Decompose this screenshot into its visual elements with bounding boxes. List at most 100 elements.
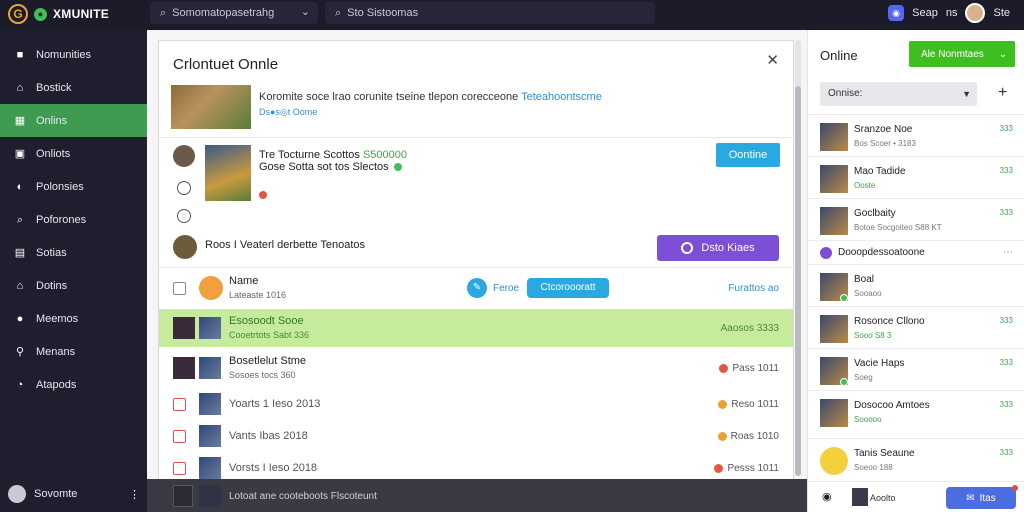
feature-link[interactable]: Teteahoontscme — [521, 91, 602, 103]
search-input[interactable]: ⌕ Somomatopasetrahg ⌄ — [150, 2, 318, 24]
sidebar-item-menans[interactable]: ⚲ Menans — [0, 335, 147, 368]
avatar — [820, 399, 848, 427]
row-right-text: Aaosos 3333 — [720, 323, 779, 334]
avatar — [820, 207, 848, 235]
friend-name: Vacie Haps — [854, 358, 905, 369]
feature-sub[interactable]: Ds●s◎t Oome — [259, 107, 317, 118]
sidebar-item-sotias[interactable]: ▤ Sotias — [0, 236, 147, 269]
discord-sub: ns — [945, 7, 958, 19]
sidebar-item-poforones[interactable]: ⌕ Poforones — [0, 203, 147, 236]
brand[interactable]: G ● XMUNITE — [8, 4, 109, 24]
sidebar-item-dotins[interactable]: ⌂ Dotins — [0, 269, 147, 302]
sidebar-item-label: Onliots — [36, 147, 71, 160]
sidebar-item-label: Dotins — [36, 279, 68, 292]
row-right-text: Roas 1010 — [730, 431, 779, 442]
more-options-icon[interactable]: ⋮ — [129, 488, 140, 501]
table-row[interactable]: Vorsts I Ieso 2018 Pesss 1011 — [159, 449, 793, 479]
user-label[interactable]: Ste — [993, 7, 1010, 19]
status-dot-icon: ● — [34, 7, 47, 21]
status-select[interactable]: Onnise: ▼ — [820, 82, 977, 106]
friend-item[interactable]: Rosonce Cllono Sooo S8 3 333 — [808, 306, 1024, 348]
close-icon[interactable]: ✕ — [766, 51, 779, 69]
discord-icon[interactable]: ◉ — [888, 5, 905, 21]
radio-option[interactable] — [177, 181, 191, 195]
feature-text: Koromite soce lrao corunite tseine tlepo… — [259, 91, 519, 103]
sidebar-item-onlins[interactable]: ▦ Onlins — [0, 104, 153, 137]
purple-action-button[interactable]: Dsto Kiaes — [657, 235, 779, 261]
sidebar-item-polonsies[interactable]: ◐ Polonsies — [0, 170, 147, 203]
row-checkbox[interactable] — [173, 462, 186, 475]
row-checkbox[interactable] — [173, 430, 186, 443]
more-options-icon[interactable]: ⋯ — [1003, 247, 1013, 258]
add-friends-button[interactable]: Ale Nonmtaes ⌄ — [909, 41, 1015, 67]
chevron-down-icon[interactable]: ⌄ — [301, 5, 310, 18]
continue-button[interactable]: Oontine — [716, 143, 780, 167]
invite-card: Tre Tocturne Scottos S500000 Gose Sotta … — [171, 141, 781, 269]
sidebar-item-nomunities[interactable]: ■ Nomunities — [0, 38, 147, 71]
friend-count: 333 — [999, 400, 1013, 409]
sidebar-item-atapods[interactable]: ◔ Atapods — [0, 368, 147, 401]
friend-status: Soeg — [854, 373, 873, 382]
table-row[interactable]: Bosetlelut Stme Sosoes tocs 360 Pass 101… — [159, 349, 793, 387]
search-placeholder: Somomatopasetrahg — [172, 7, 275, 19]
notification-dot-icon — [1012, 485, 1018, 491]
status-select-value: Onnise: — [828, 88, 863, 99]
square-icon: ■ — [16, 48, 24, 61]
footer-label: Aoolto — [870, 493, 896, 503]
alert-dot-icon — [259, 191, 267, 199]
avatar — [820, 123, 848, 151]
row-checkbox[interactable] — [173, 282, 186, 295]
controller-icon[interactable]: ◉ — [822, 490, 836, 504]
friend-name: Dosocoo Amtoes — [854, 400, 930, 411]
friend-status: Soeoo 188 — [854, 463, 893, 472]
user-avatar[interactable] — [965, 3, 986, 23]
search2-placeholder: Sto Sistoomas — [347, 7, 419, 19]
edit-label[interactable]: Feroe — [493, 283, 519, 294]
search-icon: ⌕ — [16, 213, 24, 226]
sidebar-item-meemos[interactable]: ● Meemos — [0, 302, 147, 335]
secondary-search-input[interactable]: ⌕ Sto Sistoomas — [325, 2, 655, 24]
add-friends-label: Ale Nonmtaes — [921, 48, 984, 60]
dialog: Crlontuet Onnle ✕ Koromite soce lrao cor… — [158, 40, 794, 480]
sidebar-user[interactable]: Sovomte ⋮ — [8, 484, 140, 504]
friend-item[interactable]: Sranzoe Noe Bos Scoer • 3183 333 — [808, 114, 1024, 156]
game-icon — [173, 317, 195, 339]
row-right-text[interactable]: Furattos ao — [728, 283, 779, 294]
main-area: Crlontuet Onnle ✕ Koromite soce lrao cor… — [147, 30, 807, 512]
edit-icon[interactable]: ✎ — [467, 278, 487, 298]
sidebar-item-label: Atapods — [36, 378, 77, 391]
sidebar-item-bostick[interactable]: ⌂ Bostick — [0, 71, 147, 104]
feature-banner[interactable]: Koromite soce lrao corunite tseine tlepo… — [171, 85, 781, 131]
radio-option[interactable] — [177, 209, 191, 223]
search-icon: ⌕ — [335, 6, 342, 19]
sidebar-item-onliots[interactable]: ▣ Onliots — [0, 137, 147, 170]
friend-item[interactable]: Tanis Seaune Soeoo 188 333 — [808, 438, 1024, 480]
table-row[interactable]: Name Lateaste 1016 ✎ Feroe Ctcoroooratt … — [159, 269, 793, 307]
friend-item[interactable]: Goclbaity Botoe Socgoiteo S88 KT 333 — [808, 198, 1024, 240]
row-action-button[interactable]: Ctcoroooratt — [527, 278, 609, 298]
row-subtitle: Cooetrtots Sabt 336 — [229, 330, 310, 340]
friends-section-header[interactable]: Dooopdessoatoone ⋯ — [808, 240, 1024, 264]
sidebar-item-label: Polonsies — [36, 180, 84, 193]
scrollbar[interactable] — [795, 40, 801, 476]
friend-item[interactable]: Boal Sooaoo — [808, 264, 1024, 306]
brand-logo-icon: G — [8, 4, 28, 24]
plus-icon[interactable]: + — [998, 84, 1007, 102]
invite-title-highlight: S500000 — [362, 149, 407, 161]
friend-item[interactable]: Mao Tadide Ooste 333 — [808, 156, 1024, 198]
friend-item[interactable]: Vacie Haps Soeg 333 — [808, 348, 1024, 390]
zoom-icon: ⚲ — [15, 345, 25, 358]
search-icon: ⌕ — [160, 6, 167, 19]
friend-item[interactable]: Dosocoo Amtoes Sooooo 333 — [808, 390, 1024, 432]
friend-name: Mao Tadide — [854, 166, 906, 177]
friend-count: 333 — [999, 166, 1013, 175]
row-checkbox[interactable] — [173, 398, 186, 411]
avatar — [820, 315, 848, 343]
bottom-strip-text: Lotoat ane cooteboots Flscoteunt — [229, 491, 377, 502]
scrollbar-thumb[interactable] — [795, 86, 801, 476]
coin-icon — [714, 464, 724, 473]
chat-button[interactable]: ✉ Itas — [946, 485, 1018, 509]
table-row-selected[interactable]: Esosoodt Sooe Cooetrtots Sabt 336 Aaosos… — [159, 309, 793, 347]
discord-label[interactable]: Seap — [912, 7, 938, 19]
avatar — [820, 165, 848, 193]
